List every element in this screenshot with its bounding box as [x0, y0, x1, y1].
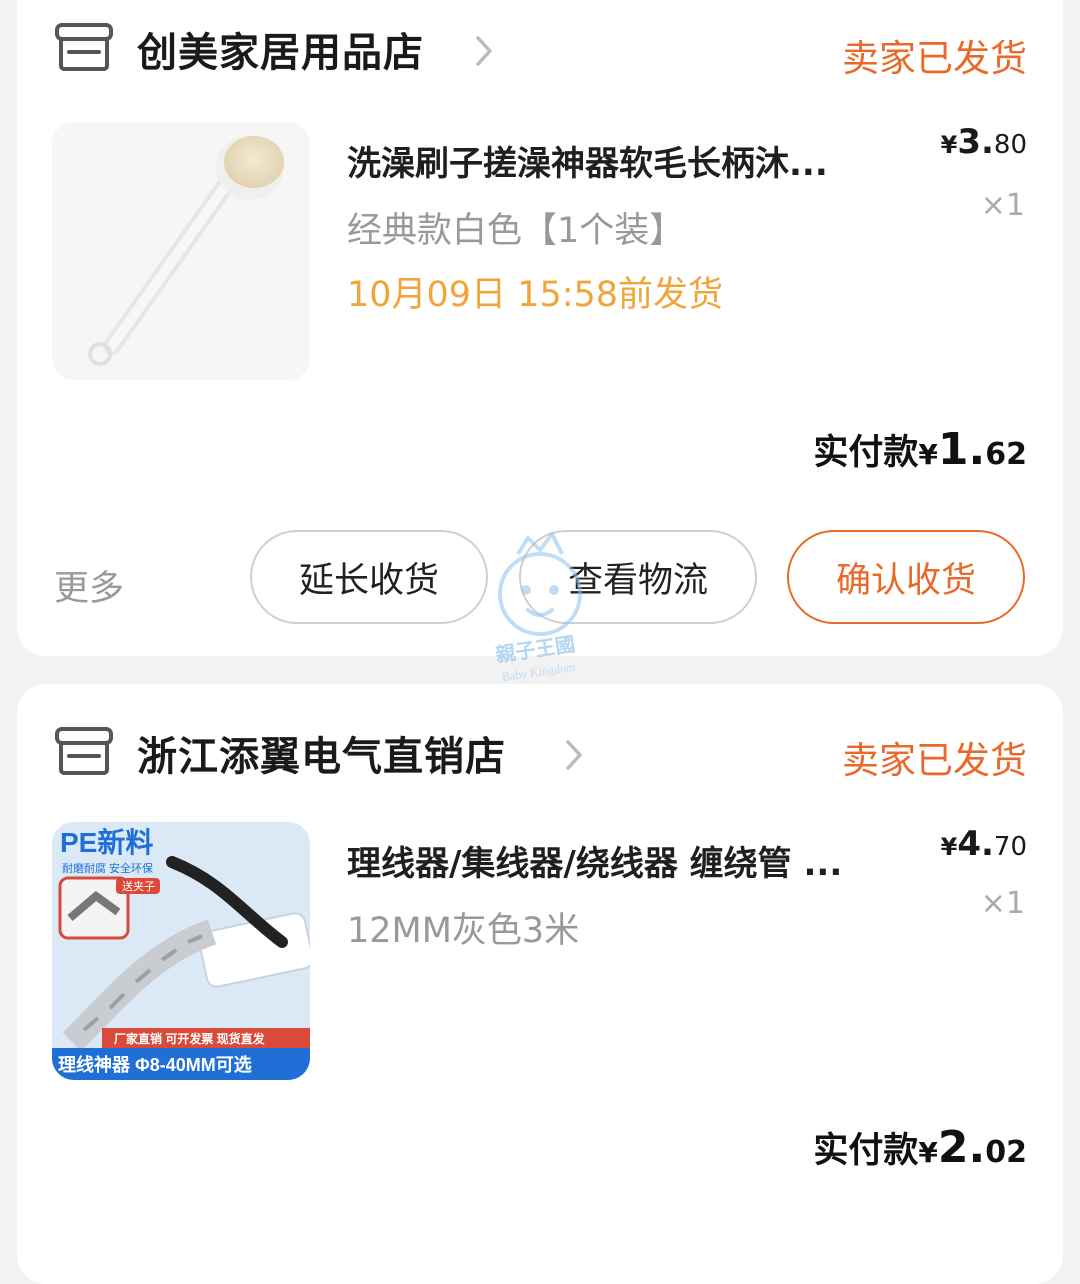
image-badge-text: 送夹子	[122, 879, 155, 893]
image-sub-text: 耐磨耐腐 安全环保	[62, 861, 153, 875]
product-variant: 12MM灰色3米	[347, 911, 580, 951]
cable-organizer-image: 送夹子 PE新料 耐磨耐腐 安全环保 厂家直销 可开发票 现货直发 理线神器 Φ…	[52, 822, 310, 1080]
baby-kingdom-watermark: 親子王國 Baby Kingdom	[494, 532, 582, 684]
unit-price: ¥3.80	[940, 122, 1027, 162]
chevron-right-icon[interactable]	[563, 738, 585, 772]
store-icon	[55, 23, 113, 71]
image-headline-text: PE新料	[60, 827, 153, 858]
amount-paid: 实付款¥2.02	[813, 1122, 1027, 1173]
order-status: 卖家已发货	[842, 739, 1027, 782]
store-icon	[55, 727, 113, 775]
product-title[interactable]: 洗澡刷子搓澡神器软毛长柄沐...	[347, 136, 907, 185]
store-name[interactable]: 创美家居用品店	[137, 20, 424, 78]
image-banner-text: 厂家直销 可开发票 现货直发	[114, 1031, 266, 1046]
unit-price: ¥4.70	[940, 824, 1027, 864]
ship-deadline: 10月09日 15:58前发货	[347, 275, 724, 315]
store-name[interactable]: 浙江添翼电气直销店	[137, 724, 506, 782]
image-banner-text: 理线神器 Φ8-40MM可选	[58, 1054, 252, 1075]
quantity: ×1	[980, 188, 1025, 223]
product-image[interactable]: 送夹子 PE新料 耐磨耐腐 安全环保 厂家直销 可开发票 现货直发 理线神器 Φ…	[52, 822, 310, 1080]
order-status: 卖家已发货	[842, 37, 1027, 80]
more-button[interactable]: 更多	[54, 560, 124, 611]
confirm-receipt-button[interactable]: 确认收货	[787, 530, 1025, 624]
product-image[interactable]	[52, 122, 310, 380]
bath-brush-image	[88, 136, 284, 366]
product-variant: 经典款白色【1个装】	[347, 211, 685, 251]
amount-paid: 实付款¥1.62	[813, 424, 1027, 475]
quantity: ×1	[980, 886, 1025, 921]
order-card: 浙江添翼电气直销店 卖家已发货 送夹子 PE新料 耐磨耐腐 安全环保 厂家直销 …	[17, 684, 1063, 1284]
product-title[interactable]: 理线器/集线器/绕线器 缠绕管 ...	[347, 836, 907, 885]
extend-receipt-button[interactable]: 延长收货	[250, 530, 488, 624]
chevron-right-icon[interactable]	[473, 34, 495, 68]
